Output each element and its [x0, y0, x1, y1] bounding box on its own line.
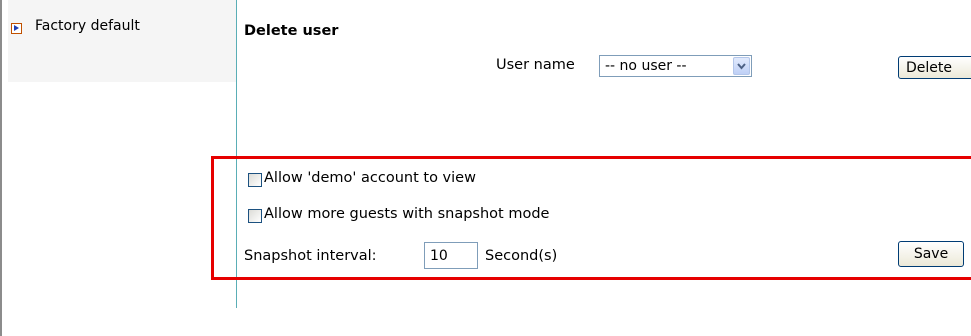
sidebar-item-label: Factory default [35, 18, 140, 34]
arrow-right-icon [11, 23, 22, 34]
snapshot-interval-input[interactable] [424, 242, 478, 269]
sidebar-item-factory-default[interactable]: Factory default [8, 0, 236, 82]
username-select-value: -- no user -- [605, 58, 687, 74]
username-select[interactable]: -- no user -- [599, 55, 752, 77]
delete-button[interactable]: Delete [898, 56, 971, 79]
delete-user-title: Delete user [244, 23, 339, 39]
snapshot-interval-label: Snapshot interval: [244, 248, 377, 264]
allow-demo-checkbox[interactable] [248, 173, 262, 187]
chevron-down-icon[interactable] [733, 57, 750, 75]
allow-guests-checkbox[interactable] [248, 209, 262, 223]
page: Factory default Delete user User name --… [0, 0, 971, 336]
allow-guests-label: Allow more guests with snapshot mode [264, 206, 550, 222]
username-label: User name [496, 57, 575, 73]
save-button[interactable]: Save [898, 241, 964, 267]
snapshot-interval-unit: Second(s) [485, 248, 558, 264]
left-border [0, 0, 2, 336]
allow-demo-label: Allow 'demo' account to view [264, 170, 476, 186]
